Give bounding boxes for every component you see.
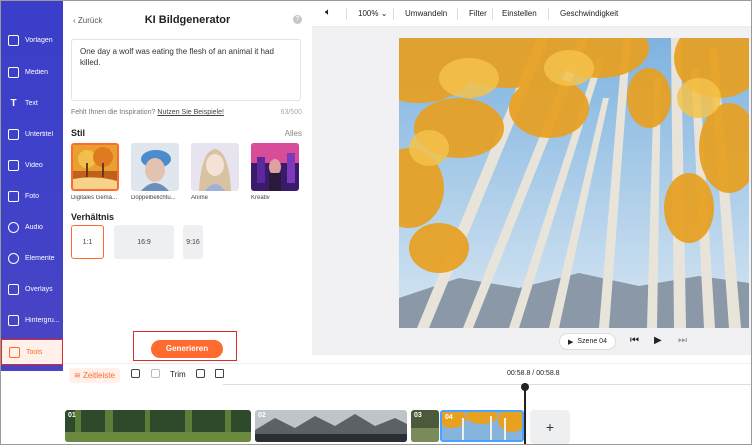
- sidebar-item-audio[interactable]: Audio: [1, 212, 63, 242]
- panel-title: KI Bildgenerator: [144, 14, 231, 26]
- examples-link[interactable]: Nutzen Sie Beispiele!: [157, 109, 224, 116]
- sidebar: Vorlagen Medien T Text Untertitel Video F…: [1, 1, 63, 371]
- overlays-icon: [8, 283, 19, 295]
- generate-button[interactable]: Generieren: [151, 340, 223, 358]
- style-option-digital-painting[interactable]: Digitales Gemä...: [71, 143, 119, 201]
- timeline-ruler: [223, 384, 751, 385]
- tools-icon: [9, 346, 20, 358]
- sidebar-item-overlays[interactable]: Overlays: [1, 274, 63, 304]
- speed-button[interactable]: Geschwindigkeit: [560, 9, 618, 18]
- style-option-double-exposure[interactable]: Doppelbelichtu...: [131, 143, 179, 201]
- play-icon[interactable]: ▶: [654, 335, 662, 346]
- timeline-clip[interactable]: 02: [255, 410, 407, 442]
- style-caption: Kreativ: [251, 195, 270, 201]
- style-heading: Stil: [71, 128, 86, 138]
- sidebar-item-vorlagen[interactable]: Vorlagen: [1, 25, 63, 55]
- help-icon[interactable]: ?: [293, 15, 302, 24]
- scene-selector[interactable]: ▶ Szene 04: [559, 333, 616, 350]
- timeline-icon: ≋: [74, 371, 83, 380]
- style-option-anime[interactable]: Anime: [191, 143, 239, 201]
- sidebar-item-medien[interactable]: Medien: [1, 57, 63, 87]
- filter-button[interactable]: Filter: [469, 9, 487, 18]
- timeline-tab[interactable]: ≋ Zeitleiste: [69, 368, 120, 383]
- toolbar-divider: [346, 8, 347, 20]
- video-icon: [8, 159, 19, 171]
- sidebar-item-text[interactable]: T Text: [1, 88, 63, 118]
- sidebar-item-elemente[interactable]: Elemente: [1, 243, 63, 273]
- ratio-option-16-9[interactable]: 16:9: [114, 225, 174, 259]
- style-thumbnail: [71, 143, 119, 191]
- ratio-heading: Verhältnis: [71, 212, 115, 222]
- timeline-clip[interactable]: 03: [411, 410, 439, 442]
- background-icon: [8, 314, 19, 326]
- photo-icon: [8, 190, 19, 202]
- timeline-clip[interactable]: 01: [65, 410, 251, 442]
- style-thumbnail: [191, 143, 239, 191]
- editor-toolbar: 🔈︎ 100% ⌄ Umwandeln Filter Einstellen Ge…: [312, 1, 751, 27]
- preview-canvas: ▶ Szene 04 ⏮︎ ▶ ⏭︎: [312, 27, 751, 355]
- preview-image[interactable]: [399, 38, 749, 328]
- split-icon[interactable]: [151, 369, 160, 378]
- adjust-button[interactable]: Einstellen: [502, 9, 537, 18]
- style-caption: Digitales Gemä...: [71, 195, 118, 201]
- ratio-option-9-16[interactable]: 9:16: [183, 225, 203, 259]
- audio-icon: [8, 221, 19, 233]
- volume-icon[interactable]: 🔈︎: [325, 7, 331, 18]
- templates-icon: [8, 34, 19, 46]
- convert-button[interactable]: Umwandeln: [405, 9, 447, 18]
- timeline-clip-selected[interactable]: 04: [440, 410, 524, 442]
- media-icon: [8, 66, 19, 78]
- time-display: 00:58.8 / 00:58.8: [507, 370, 560, 377]
- add-clip-icon[interactable]: [131, 369, 140, 378]
- sidebar-item-hintergrund[interactable]: Hintergru...: [1, 305, 63, 335]
- playhead[interactable]: [521, 383, 529, 444]
- play-small-icon: ▶: [568, 338, 574, 346]
- style-caption: Doppelbelichtu...: [131, 195, 176, 201]
- ratio-option-1-1[interactable]: 1:1: [71, 225, 104, 259]
- skip-forward-icon[interactable]: ⏭︎: [678, 335, 687, 346]
- ai-image-generator-panel: ‹ Zurück KI Bildgenerator ? One day a wo…: [63, 1, 312, 363]
- elements-icon: [8, 252, 19, 264]
- generate-highlight: Generieren: [133, 331, 237, 361]
- toolbar-divider: [457, 8, 458, 20]
- all-styles-link[interactable]: Alles: [285, 129, 302, 138]
- skip-back-icon[interactable]: ⏮︎: [630, 335, 639, 346]
- char-counter: 63/500: [280, 109, 302, 116]
- sidebar-item-video[interactable]: Video: [1, 150, 63, 180]
- toolbar-divider: [492, 8, 493, 20]
- player-controls: ▶ Szene 04 ⏮︎ ▶ ⏭︎: [312, 331, 751, 355]
- sidebar-item-untertitel[interactable]: Untertitel: [1, 119, 63, 149]
- toolbar-divider: [548, 8, 549, 20]
- zoom-select[interactable]: 100% ⌄: [358, 9, 387, 18]
- timeline: ≋ Zeitleiste Trim 00:58.8 / 00:58.8 01 0…: [63, 363, 751, 444]
- inspiration-hint: Fehlt Ihnen die Inspiration? Nutzen Sie …: [71, 109, 224, 116]
- style-thumbnail: [131, 143, 179, 191]
- add-scene-button[interactable]: +: [530, 410, 570, 444]
- panel-header: ‹ Zurück KI Bildgenerator ?: [63, 13, 312, 29]
- toolbar-divider: [393, 8, 394, 20]
- style-thumbnail: [251, 143, 299, 191]
- app-window: Vorlagen Medien T Text Untertitel Video F…: [0, 0, 752, 445]
- prompt-textarea[interactable]: One day a wolf was eating the flesh of a…: [71, 39, 301, 101]
- sidebar-item-tools[interactable]: Tools: [1, 339, 63, 365]
- subtitles-icon: [8, 128, 19, 140]
- style-option-creative[interactable]: Kreativ: [251, 143, 299, 201]
- sidebar-item-foto[interactable]: Foto: [1, 181, 63, 211]
- trim-button[interactable]: Trim: [170, 370, 186, 379]
- delete-icon[interactable]: [215, 369, 224, 378]
- text-icon: T: [10, 97, 17, 109]
- style-caption: Anime: [191, 195, 209, 201]
- style-list: Digitales Gemä... Doppelbelichtu... Anim…: [71, 143, 306, 207]
- chevron-down-icon: ⌄: [380, 9, 388, 18]
- duplicate-icon[interactable]: [196, 369, 205, 378]
